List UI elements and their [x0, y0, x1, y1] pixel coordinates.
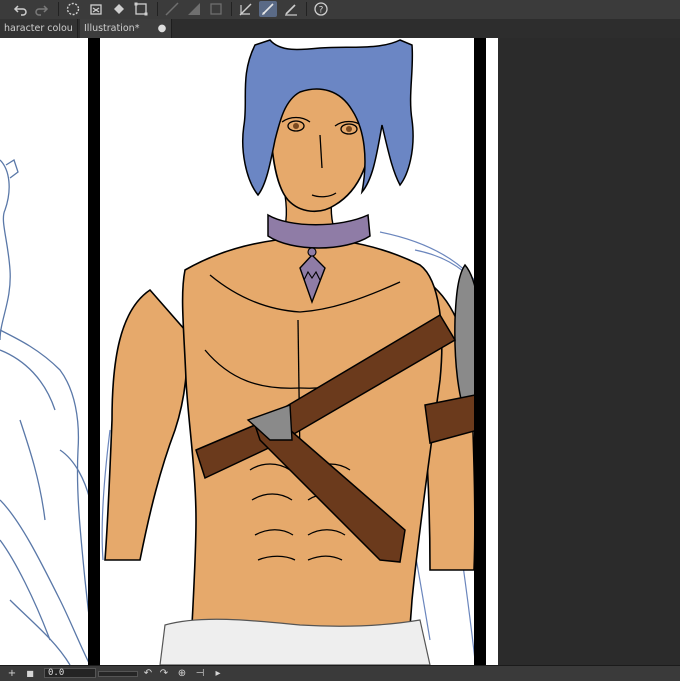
document-tab-bar: haracter colou Illustration* ● [0, 19, 680, 39]
gradient-icon[interactable] [185, 1, 203, 17]
add-icon[interactable]: + [6, 666, 18, 681]
pants [159, 618, 431, 665]
tab-label: Illustration* [84, 23, 140, 34]
redo-icon[interactable] [32, 1, 50, 17]
unsaved-dot-icon[interactable]: ● [157, 19, 167, 38]
left-panel-paper [0, 38, 96, 665]
svg-text:?: ? [319, 6, 324, 16]
transform-icon[interactable] [132, 1, 150, 17]
brush-icon[interactable] [259, 1, 277, 17]
tab-character-colour[interactable]: haracter colou [0, 19, 78, 38]
zoom-slider[interactable] [98, 671, 138, 677]
rotate-right-icon[interactable]: ↷ [158, 666, 170, 681]
rotate-left-icon[interactable]: ↶ [142, 666, 154, 681]
canvas-background [498, 38, 680, 665]
illustration-canvas[interactable] [0, 38, 680, 665]
ellipse-select-icon[interactable] [64, 1, 82, 17]
clear-icon[interactable] [87, 1, 105, 17]
tab-label: haracter colou [4, 23, 73, 34]
vector-pen-icon[interactable] [237, 1, 255, 17]
canvas-viewport[interactable] [0, 38, 680, 665]
undo-icon[interactable] [12, 1, 30, 17]
crop-icon[interactable] [207, 1, 225, 17]
status-bar: + ■ 0.0 ↶ ↷ ⊕ ⊣ ▸ [0, 665, 680, 681]
fill-icon[interactable] [110, 1, 128, 17]
help-icon[interactable]: ? [312, 1, 330, 17]
command-toolbar: ? [0, 0, 680, 20]
panel-border-left [88, 38, 100, 665]
ruler-icon[interactable] [163, 1, 181, 17]
stop-icon[interactable]: ■ [24, 666, 36, 681]
zoom-input[interactable]: 0.0 [44, 668, 96, 678]
right-paper-strip [486, 38, 498, 665]
panel-border-right [474, 38, 486, 665]
pencil-edit-icon[interactable] [282, 1, 300, 17]
reset-view-icon[interactable]: ⊕ [176, 666, 188, 681]
position-icon[interactable]: ▸ [212, 666, 224, 681]
flip-icon[interactable]: ⊣ [194, 666, 206, 681]
tab-illustration[interactable]: Illustration* ● [80, 19, 172, 38]
